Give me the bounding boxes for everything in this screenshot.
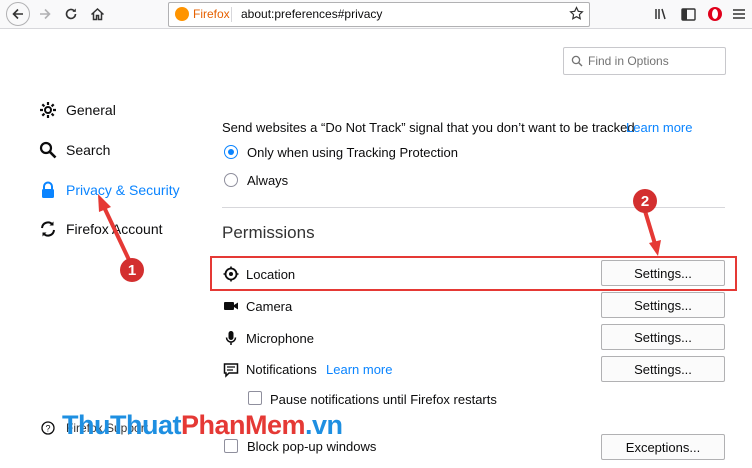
watermark-part: PhanMem	[180, 410, 306, 440]
annotation-arrows	[98, 194, 661, 263]
watermark-part: .vn	[305, 410, 343, 440]
annotation-badge-1: 1	[120, 258, 144, 282]
annotation-badge-2: 2	[633, 189, 657, 213]
watermark-logo: ThuThuatPhanMem.vn	[62, 410, 343, 441]
watermark-part: ThuThuat	[62, 410, 181, 440]
